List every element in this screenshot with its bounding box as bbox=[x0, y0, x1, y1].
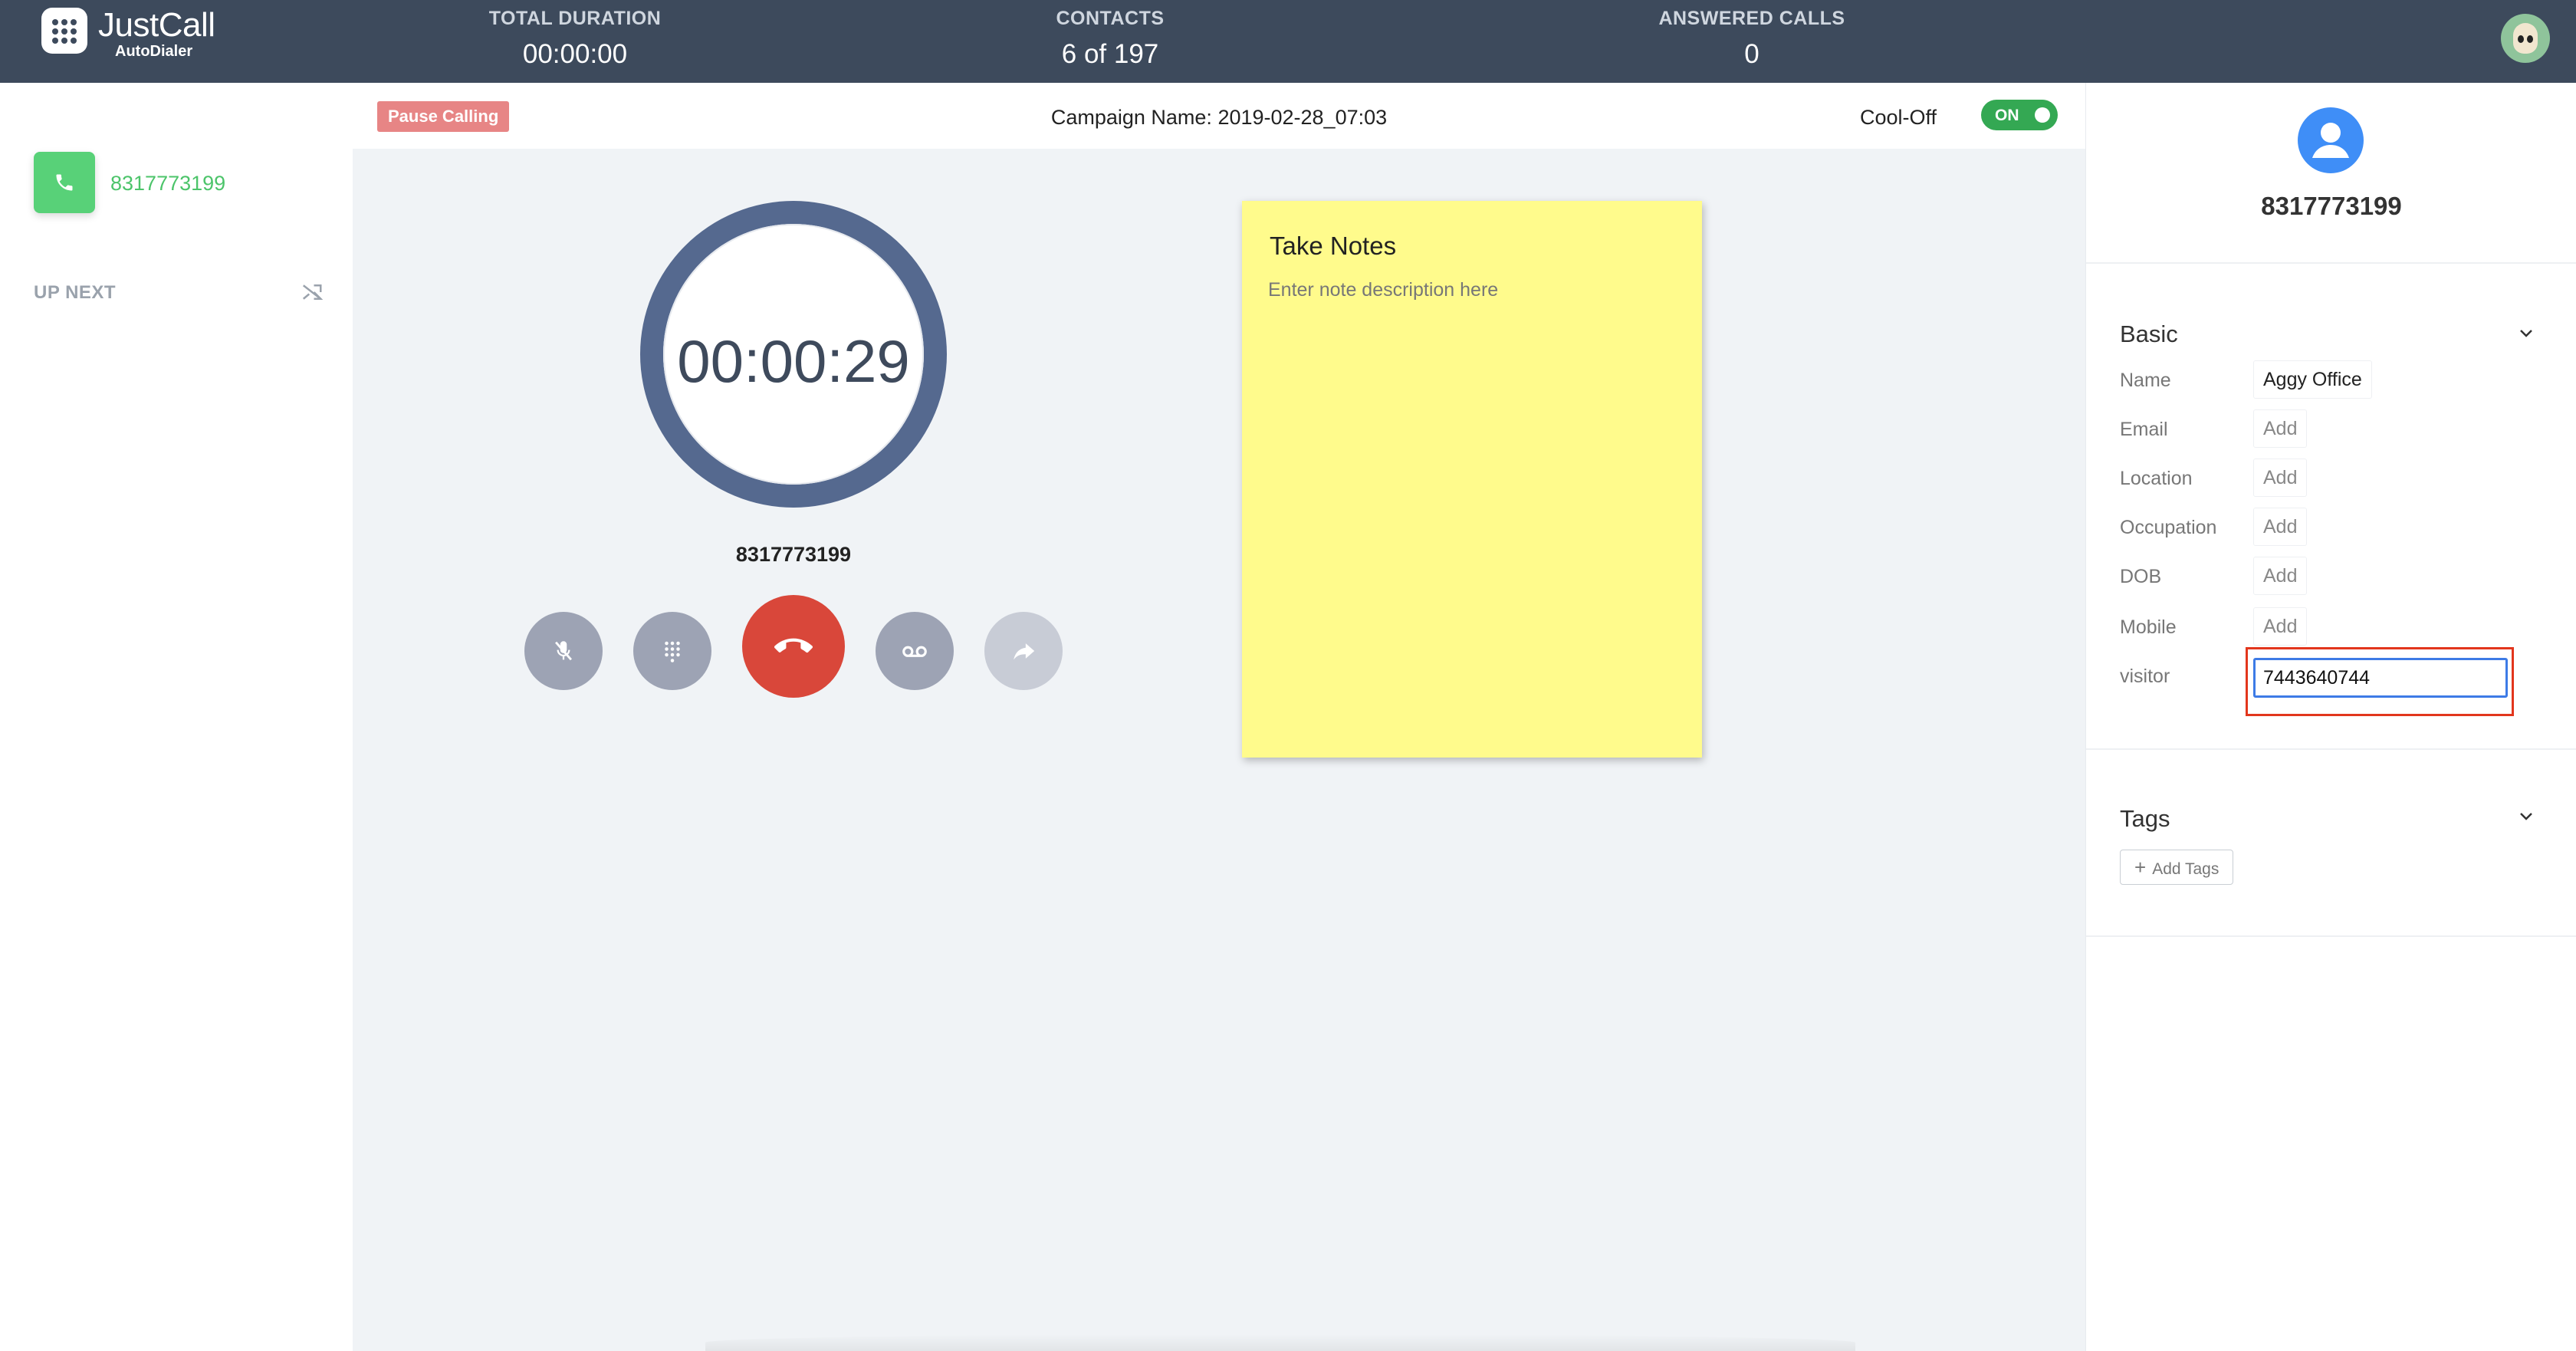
field-value-location[interactable]: Add bbox=[2253, 459, 2308, 497]
voicemail-button[interactable] bbox=[876, 612, 954, 690]
toggle-state: ON bbox=[1995, 107, 2019, 124]
stat-value: 6 of 197 bbox=[1061, 39, 1159, 69]
active-call-number: 8317773199 bbox=[735, 543, 852, 566]
add-tags-label: Add Tags bbox=[2152, 860, 2220, 878]
field-label-visitor: visitor bbox=[2120, 666, 2170, 687]
hangup-button[interactable] bbox=[742, 595, 845, 698]
transfer-button[interactable] bbox=[984, 612, 1063, 690]
divider bbox=[2086, 262, 2576, 264]
stat-value: 0 bbox=[1744, 39, 1760, 69]
note-description-input[interactable] bbox=[1268, 274, 1667, 305]
phone-icon[interactable] bbox=[34, 152, 95, 213]
cooloff-toggle[interactable]: ON bbox=[1981, 100, 2058, 130]
hangup-icon bbox=[774, 638, 813, 653]
stat-label: ANSWERED CALLS bbox=[1658, 8, 1845, 29]
shuffle-icon[interactable] bbox=[301, 281, 324, 304]
stat-answered-calls: ANSWERED CALLS 0 bbox=[1645, 8, 1858, 70]
add-tags-button[interactable]: + Add Tags bbox=[2120, 850, 2234, 885]
brand-subtitle: AutoDialer bbox=[115, 43, 193, 60]
divider bbox=[2086, 748, 2576, 750]
bottom-shadow bbox=[705, 1334, 1855, 1351]
current-call-number[interactable]: 8317773199 bbox=[110, 172, 225, 196]
mute-icon bbox=[555, 641, 572, 661]
stat-value: 00:00:00 bbox=[522, 39, 628, 69]
field-label-location: Location bbox=[2120, 468, 2193, 489]
field-label-email: Email bbox=[2120, 419, 2168, 440]
call-timer-ring: 00:00:29 bbox=[640, 201, 947, 508]
dialpad-button[interactable] bbox=[633, 612, 711, 690]
field-label-name: Name bbox=[2120, 370, 2171, 391]
toggle-knob bbox=[2035, 107, 2050, 123]
contact-number: 8317773199 bbox=[2261, 192, 2402, 220]
top-bar: JustCall AutoDialer TOTAL DURATION 00:00… bbox=[0, 0, 2576, 83]
contact-avatar-icon bbox=[2298, 107, 2364, 173]
transfer-icon bbox=[1014, 643, 1035, 660]
divider bbox=[2086, 935, 2576, 937]
left-sidebar: 8317773199 UP NEXT bbox=[0, 83, 353, 1351]
field-value-occupation[interactable]: Add bbox=[2253, 508, 2308, 546]
campaign-header: Pause Calling Campaign Name: 2019-02-28_… bbox=[353, 83, 2085, 149]
field-label-mobile: Mobile bbox=[2120, 616, 2177, 638]
brand-title: JustCall bbox=[98, 6, 215, 44]
field-value-name[interactable]: Aggy Office bbox=[2253, 360, 2372, 399]
contact-panel: 8317773199 Basic Name Aggy Office Email … bbox=[2085, 83, 2576, 1351]
user-avatar[interactable] bbox=[2501, 14, 2550, 63]
dialpad-logo-icon bbox=[41, 8, 87, 54]
field-value-mobile[interactable]: Add bbox=[2253, 607, 2308, 646]
stat-label: TOTAL DURATION bbox=[488, 8, 662, 29]
basic-section-title[interactable]: Basic bbox=[2120, 320, 2178, 348]
field-label-occupation: Occupation bbox=[2120, 517, 2217, 538]
stat-total-duration: TOTAL DURATION 00:00:00 bbox=[477, 8, 673, 70]
field-label-dob: DOB bbox=[2120, 566, 2162, 587]
plus-icon: + bbox=[2134, 856, 2147, 879]
field-value-email[interactable]: Add bbox=[2253, 409, 2308, 448]
mute-button[interactable] bbox=[524, 612, 603, 690]
stat-contacts: CONTACTS 6 of 197 bbox=[1020, 8, 1201, 70]
call-timer-face: 00:00:29 bbox=[663, 224, 924, 485]
notes-title: Take Notes bbox=[1270, 232, 1397, 260]
chevron-down-icon[interactable] bbox=[2517, 807, 2535, 825]
voicemail-icon bbox=[902, 646, 927, 657]
dialpad-icon bbox=[665, 641, 680, 662]
up-next-label: UP NEXT bbox=[34, 282, 117, 303]
notes-card: Take Notes bbox=[1242, 201, 1702, 758]
chevron-down-icon[interactable] bbox=[2517, 324, 2535, 342]
field-value-dob[interactable]: Add bbox=[2253, 557, 2308, 595]
cooloff-label: Cool-Off bbox=[1860, 106, 1937, 129]
call-timer: 00:00:29 bbox=[677, 327, 910, 395]
tags-section-title[interactable]: Tags bbox=[2120, 805, 2170, 833]
stat-label: CONTACTS bbox=[1056, 8, 1165, 29]
highlight-box bbox=[2246, 647, 2514, 716]
campaign-name: Campaign Name: 2019-02-28_07:03 bbox=[1050, 106, 1388, 129]
